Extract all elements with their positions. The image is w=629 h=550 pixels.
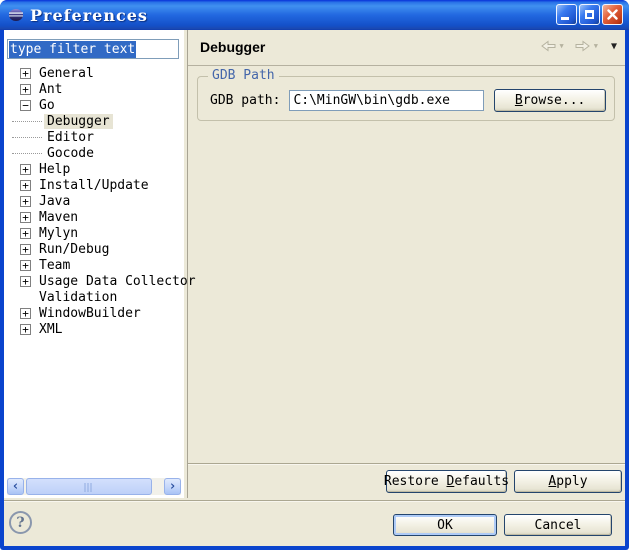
tree-item-label: WindowBuilder [36, 306, 144, 321]
tree-item-label: Help [36, 162, 73, 177]
expand-plus-icon[interactable]: + [20, 260, 31, 271]
horizontal-scrollbar[interactable]: ‹ › [7, 478, 181, 495]
back-icon[interactable] [540, 40, 557, 52]
buttons-separator [188, 463, 625, 464]
tree-item-label: Ant [36, 82, 65, 97]
minimize-button[interactable] [556, 4, 577, 25]
tree-item-go[interactable]: −Go [4, 97, 184, 113]
view-menu-icon[interactable]: ▼ [611, 41, 617, 52]
tree-item-label: Mylyn [36, 226, 81, 241]
tree-item-label: Editor [44, 130, 97, 145]
tree-item-xml[interactable]: + XML [4, 321, 184, 337]
tree-item-ant[interactable]: + Ant [4, 81, 184, 97]
tree-item-usage-data-collector[interactable]: +Usage Data Collector [4, 273, 184, 289]
expand-plus-icon[interactable]: + [20, 196, 31, 207]
question-mark-icon: ? [16, 515, 24, 531]
scroll-right-icon[interactable]: › [164, 478, 181, 495]
eclipse-icon [8, 7, 24, 23]
tree-item-general[interactable]: + General [4, 65, 184, 81]
tree-item-label: Go [36, 98, 58, 113]
tree-item-label: Team [36, 258, 73, 273]
tree-item-help[interactable]: + Help [4, 161, 184, 177]
tree-item-install-update[interactable]: + Install/Update [4, 177, 184, 193]
tree-item-validation[interactable]: Validation [4, 289, 184, 305]
tree-item-label: Validation [36, 290, 120, 305]
tree-item-team[interactable]: + Team [4, 257, 184, 273]
tree-item-gocode[interactable]: Gocode [4, 145, 184, 161]
gdb-path-label: GDB path: [210, 93, 280, 108]
tree-item-label: XML [36, 322, 65, 337]
window-title: Preferences [30, 6, 148, 25]
maximize-button[interactable] [579, 4, 600, 25]
scroll-left-icon[interactable]: ‹ [7, 478, 24, 495]
expand-plus-icon[interactable]: + [20, 324, 31, 335]
restore-defaults-button[interactable]: Restore Defaults [386, 470, 507, 493]
tree-item-editor[interactable]: Editor [4, 129, 184, 145]
titlebar[interactable]: Preferences [0, 0, 629, 30]
tree-item-windowbuilder[interactable]: + WindowBuilder [4, 305, 184, 321]
preferences-dialog: Preferences type filter text + General + An… [0, 0, 629, 550]
forward-icon[interactable] [574, 40, 591, 52]
tree-connector [12, 153, 42, 154]
tree-connector [12, 121, 42, 122]
gdb-path-input[interactable] [289, 90, 484, 111]
collapse-minus-icon[interactable]: − [20, 100, 31, 111]
tree-item-run-debug[interactable]: + Run/Debug [4, 241, 184, 257]
preferences-tree: + General + Ant−GoDebuggerEditorGocode + Help… [4, 65, 184, 337]
tree-item-label: Install/Update [36, 178, 152, 193]
page-title: Debugger [200, 39, 265, 55]
tree-item-mylyn[interactable]: + Mylyn [4, 225, 184, 241]
ok-button[interactable]: OK [393, 514, 497, 536]
tree-connector [12, 137, 42, 138]
tree-item-label: Usage Data Collector [36, 274, 199, 289]
tree-item-label: General [36, 66, 97, 81]
scrollbar-grip-icon [85, 483, 94, 492]
group-label: GDB Path [208, 68, 279, 83]
dialog-content: type filter text +General+Ant−GoDebugger… [4, 30, 625, 546]
close-button[interactable] [602, 4, 623, 25]
expand-plus-icon[interactable]: + [20, 228, 31, 239]
expand-plus-icon[interactable]: + [20, 308, 31, 319]
maximize-icon [585, 10, 594, 19]
filter-text: type filter text [9, 41, 136, 58]
tree-item-label: Maven [36, 210, 81, 225]
tree-item-maven[interactable]: + Maven [4, 209, 184, 225]
navigation-panel: type filter text + General + Ant−GoDebugger… [4, 30, 184, 498]
browse-button[interactable]: Browse... [494, 89, 606, 112]
settings-panel: Debugger ▼ ▼ ▼ GDB Path GDB path: [188, 30, 625, 498]
tree-item-java[interactable]: + Java [4, 193, 184, 209]
filter-input[interactable]: type filter text [7, 39, 179, 59]
minimize-icon [561, 17, 569, 20]
apply-button[interactable]: Apply [514, 470, 622, 493]
help-button[interactable]: ? [9, 511, 32, 534]
expand-plus-icon[interactable]: + [20, 244, 31, 255]
close-icon [607, 9, 618, 20]
expand-plus-icon[interactable]: + [20, 68, 31, 79]
tree-item-debugger[interactable]: Debugger [4, 113, 184, 129]
expand-plus-icon[interactable]: + [20, 180, 31, 191]
tree-item-label: Java [36, 194, 73, 209]
footer-separator [4, 500, 625, 501]
scrollbar-thumb[interactable] [26, 478, 152, 495]
forward-menu-icon[interactable]: ▼ [594, 42, 598, 50]
cancel-button[interactable]: Cancel [504, 514, 612, 536]
expand-plus-icon[interactable]: + [20, 164, 31, 175]
expand-plus-icon[interactable]: + [20, 276, 31, 287]
tree-item-label: Debugger [44, 114, 113, 129]
tree-item-label: Gocode [44, 146, 97, 161]
tree-item-label: Run/Debug [36, 242, 112, 257]
back-menu-icon[interactable]: ▼ [560, 42, 564, 50]
expand-plus-icon[interactable]: + [20, 212, 31, 223]
expand-plus-icon[interactable]: + [20, 84, 31, 95]
gdb-path-group: GDB Path GDB path: Browse... [197, 76, 615, 121]
page-header: Debugger ▼ ▼ ▼ [188, 30, 625, 66]
